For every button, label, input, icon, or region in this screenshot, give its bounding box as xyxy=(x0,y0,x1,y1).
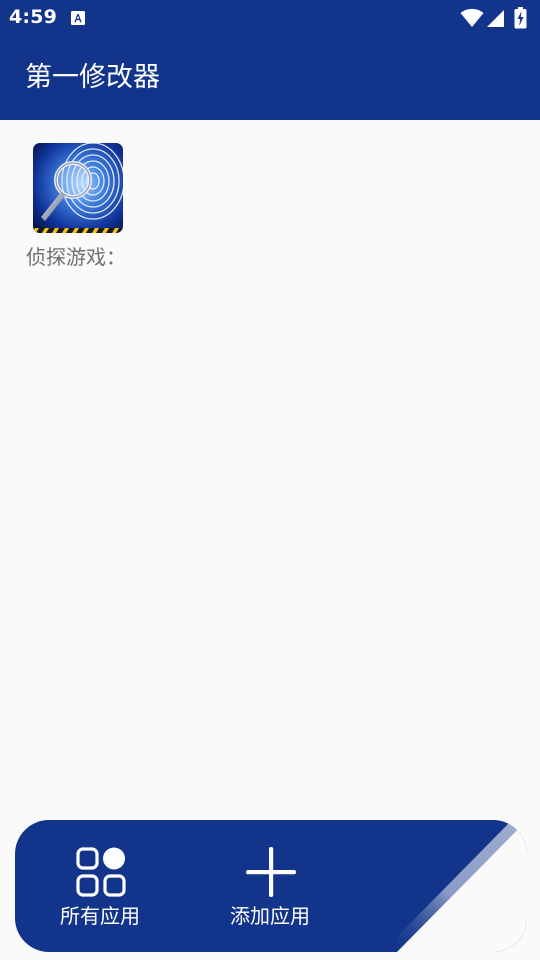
plus-icon xyxy=(246,847,296,897)
nav-all-apps-label: 所有应用 xyxy=(60,904,140,928)
status-icons xyxy=(460,7,532,29)
nav-fade-overlay xyxy=(397,820,527,952)
nav-add-app[interactable]: 添加应用 xyxy=(185,820,355,952)
bottom-nav: 所有应用 添加应用 xyxy=(15,820,527,952)
app-tile[interactable]: 侦探游戏： xyxy=(22,142,134,272)
wifi-icon xyxy=(460,8,484,27)
app-list: 侦探游戏： xyxy=(0,120,540,820)
fingerprint-magnifier-icon[interactable] xyxy=(33,143,123,233)
cell-signal-icon xyxy=(487,10,504,27)
app-label: 侦探游戏： xyxy=(26,245,126,269)
text-a-icon xyxy=(71,10,85,25)
app-bar: 第一修改器 xyxy=(0,36,540,120)
battery-charging-icon xyxy=(514,7,527,29)
screen: 4:59 第一修改器 侦探游戏： 所有应用 添加应用 xyxy=(0,0,540,960)
nav-add-app-label: 添加应用 xyxy=(230,904,310,928)
status-bar: 4:59 xyxy=(0,0,540,36)
page-title: 第一修改器 xyxy=(25,62,160,93)
nav-all-apps[interactable]: 所有应用 xyxy=(15,820,185,952)
status-time: 4:59 xyxy=(9,6,58,28)
apps-grid-icon xyxy=(76,847,126,897)
